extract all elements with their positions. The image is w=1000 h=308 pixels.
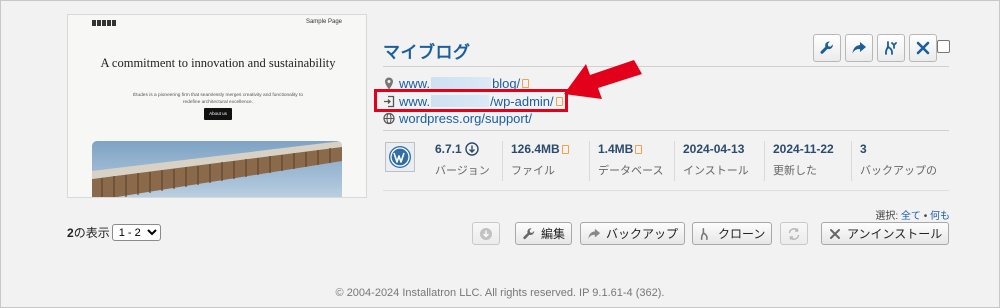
updated-label: 更新した bbox=[773, 165, 817, 177]
updated-value: 2024-11-22 bbox=[773, 142, 834, 156]
select-checkbox[interactable] bbox=[937, 40, 950, 53]
wrench-icon bbox=[523, 227, 535, 239]
globe-icon bbox=[383, 112, 395, 125]
pager-label: の表示 bbox=[73, 226, 110, 240]
wordpress-logo-icon bbox=[385, 142, 415, 172]
pager-count: 2 bbox=[67, 225, 74, 240]
clone-icon bbox=[885, 41, 897, 55]
thumbnail-nav-link: Sample Page bbox=[305, 19, 342, 25]
thumbnail-headline: A commitment to innovation and sustainab… bbox=[100, 56, 336, 70]
clone-button[interactable]: クローン bbox=[692, 222, 773, 245]
copy-icon[interactable] bbox=[635, 144, 643, 154]
copy-icon[interactable] bbox=[522, 78, 530, 88]
share-arrow-icon bbox=[588, 228, 601, 239]
database-value: 1.4MB bbox=[598, 142, 634, 156]
backup-label: バックアップ bbox=[606, 227, 679, 241]
close-icon bbox=[830, 228, 840, 239]
stat-version: 6.7.1 バージョン bbox=[427, 141, 490, 181]
version-value: 6.7.1 bbox=[435, 142, 462, 156]
select-all-controls: 選択: 全て • 何も bbox=[875, 207, 950, 222]
stats-bottom-divider bbox=[383, 190, 949, 191]
installed-label: インストール bbox=[683, 165, 749, 177]
download-circle-icon bbox=[480, 227, 492, 240]
stat-database: 1.4MB データベース bbox=[589, 141, 663, 181]
clone-icon bbox=[700, 227, 708, 240]
support-link[interactable]: wordpress.org/support/ bbox=[383, 110, 532, 126]
page-range-select[interactable]: 1 - 2 bbox=[111, 224, 161, 241]
edit-label: 編集 bbox=[541, 227, 566, 241]
backups-value: 3 bbox=[860, 142, 867, 156]
location-pin-icon bbox=[383, 77, 395, 90]
uninstall-button[interactable]: アンインストール bbox=[821, 222, 950, 245]
site-thumbnail[interactable]: Sample Page A commitment to innovation a… bbox=[67, 14, 367, 198]
database-label: データベース bbox=[598, 165, 664, 177]
backups-label: バックアップの bbox=[860, 165, 937, 177]
remove-button[interactable] bbox=[909, 34, 937, 62]
wrench-icon bbox=[820, 41, 833, 54]
thumbnail-building-photo bbox=[92, 141, 342, 197]
sync-button[interactable] bbox=[780, 222, 808, 245]
sync-arrows-icon bbox=[788, 227, 800, 240]
footer-copyright: © 2004-2024 Installatron LLC. All rights… bbox=[335, 287, 665, 299]
pager: 2 の表示 1 - 2 bbox=[67, 224, 161, 241]
red-arrow-annotation bbox=[564, 60, 642, 99]
stat-updated: 2024-11-22 更新した bbox=[764, 141, 834, 181]
stat-installed: 2024-04-13 インストール bbox=[674, 141, 749, 181]
select-all-link[interactable]: 全て bbox=[901, 211, 921, 222]
select-separator: • bbox=[923, 211, 928, 222]
select-label: 選択: bbox=[875, 211, 899, 222]
stats-divider bbox=[383, 130, 949, 131]
settings-button[interactable] bbox=[813, 34, 841, 62]
files-label: ファイル bbox=[511, 165, 555, 177]
stat-files: 126.4MB ファイル bbox=[502, 141, 569, 181]
thumbnail-logo bbox=[92, 20, 116, 26]
clone-top-button[interactable] bbox=[877, 34, 905, 62]
redacted-domain bbox=[431, 77, 492, 89]
stat-backups: 3 バックアップの bbox=[851, 141, 937, 181]
edit-button[interactable]: 編集 bbox=[515, 222, 573, 245]
clone-label: クローン bbox=[718, 227, 766, 241]
files-value: 126.4MB bbox=[511, 142, 560, 156]
share-arrow-icon bbox=[852, 42, 866, 54]
share-button[interactable] bbox=[845, 34, 873, 62]
close-icon bbox=[916, 41, 930, 55]
uninstall-label: アンインストール bbox=[847, 227, 943, 241]
update-download-icon[interactable] bbox=[465, 142, 479, 156]
title-divider bbox=[383, 66, 949, 67]
site-title[interactable]: マイブログ bbox=[383, 38, 471, 63]
version-label: バージョン bbox=[435, 165, 490, 177]
thumbnail-body-text: Études is a pioneering firm that seamles… bbox=[132, 93, 304, 105]
support-url: wordpress.org/support/ bbox=[399, 110, 532, 126]
thumbnail-about-button: About us bbox=[204, 108, 232, 120]
copy-icon[interactable] bbox=[561, 144, 569, 154]
download-button[interactable] bbox=[472, 222, 500, 245]
installed-value: 2024-04-13 bbox=[683, 142, 745, 156]
backup-button[interactable]: バックアップ bbox=[580, 222, 686, 245]
admin-url-highlight bbox=[374, 89, 568, 112]
select-none-link[interactable]: 何も bbox=[930, 211, 950, 222]
